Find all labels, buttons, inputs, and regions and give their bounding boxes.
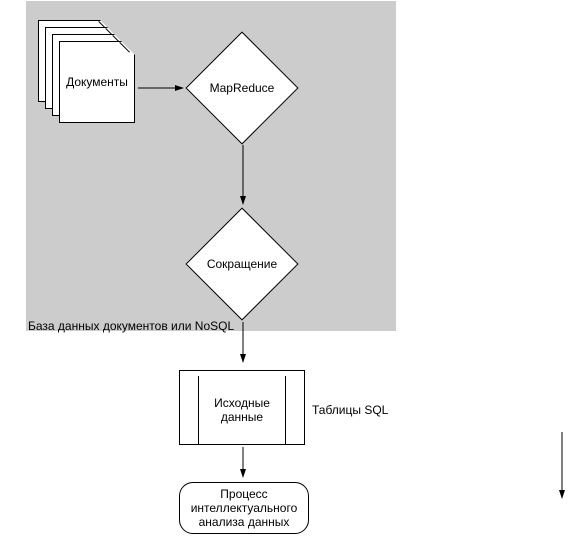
- arrows-layer: [0, 0, 580, 540]
